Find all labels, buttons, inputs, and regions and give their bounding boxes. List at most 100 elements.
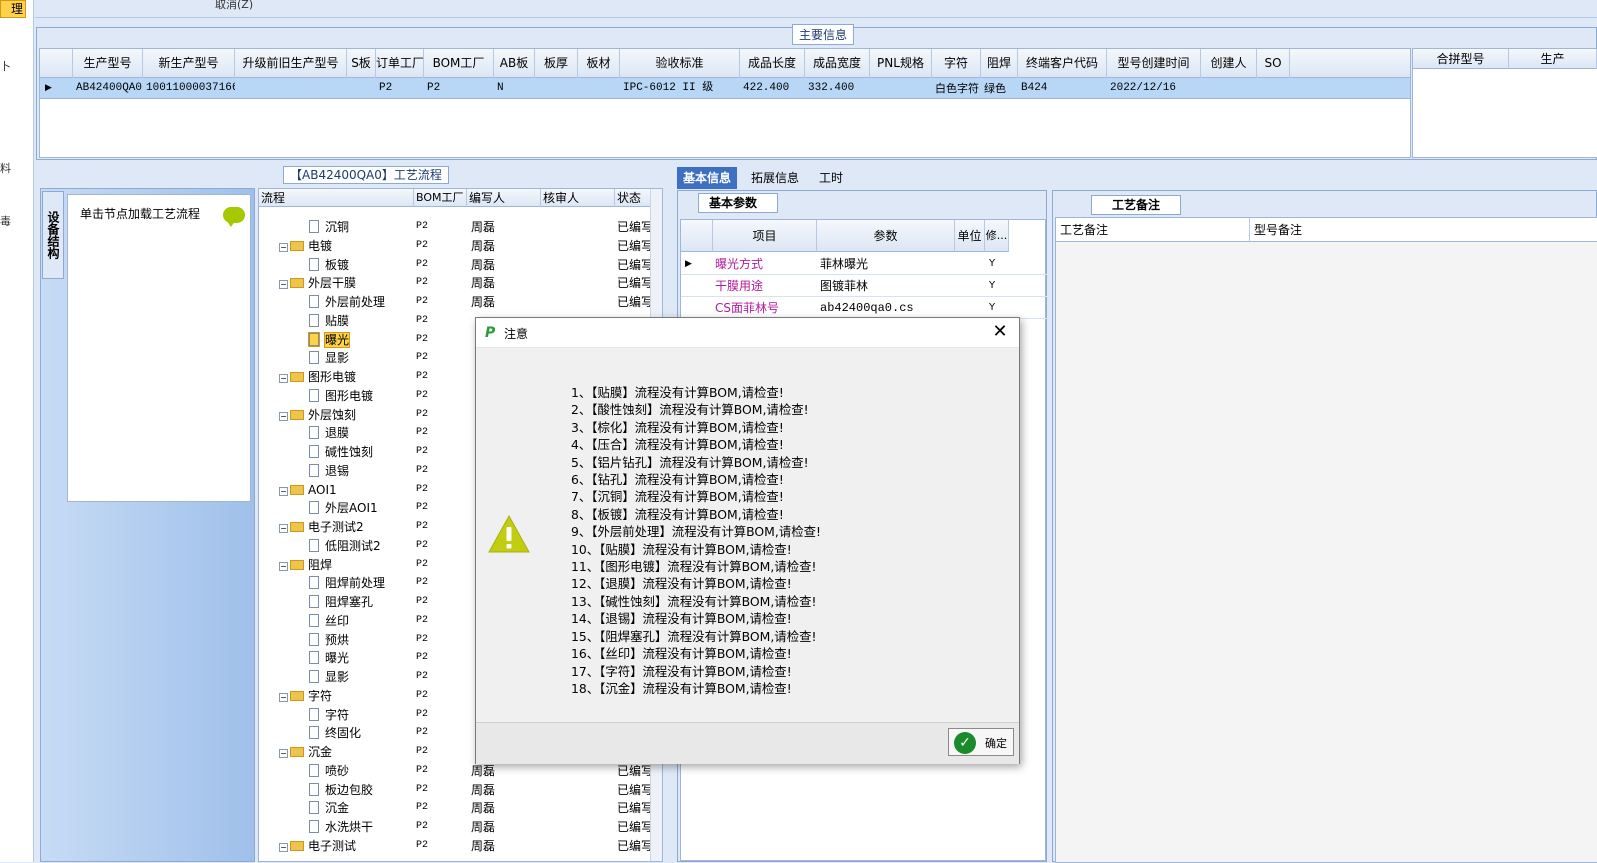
tree-cell-bom: P2 [416, 764, 429, 776]
main-col-header[interactable]: 成品长度 [740, 49, 805, 78]
main-cell[interactable]: IPC-6012 II 级 [620, 78, 740, 99]
main-col-header[interactable]: AB板 [494, 49, 535, 78]
tree-node-text: 退锡 [325, 463, 350, 478]
main-cell[interactable] [235, 78, 347, 99]
collapse-icon[interactable]: − [279, 749, 288, 758]
merge-col-header[interactable]: 生产 [1509, 49, 1597, 69]
main-col-header[interactable]: BOM工厂 [424, 49, 494, 78]
main-cell[interactable] [1257, 78, 1290, 99]
process-remarks-tab[interactable]: 工艺备注 [1091, 195, 1181, 215]
flow-col-header[interactable]: BOM工厂 [414, 189, 467, 207]
main-cell[interactable]: P2 [424, 78, 494, 99]
structure-vertical-tab[interactable]: 设备结构 [42, 191, 64, 279]
tree-node[interactable]: 沉金 P2 周磊 已编写 [259, 799, 653, 818]
close-icon[interactable]: ✕ [989, 321, 1011, 343]
merge-col-header[interactable]: 合拼型号 [1413, 49, 1509, 69]
merge-model-grid[interactable]: 合拼型号 生产 [1412, 48, 1597, 158]
flow-col-header[interactable]: 状态 [615, 189, 651, 207]
collapse-icon[interactable]: − [279, 692, 288, 702]
main-info-grid[interactable]: 生产型号 新生产型号 升级前旧生产型号 S板 订单工厂 BOM工厂 AB板 板厚 板材 验收标准成… [39, 48, 1411, 158]
collapse-icon[interactable]: − [279, 524, 288, 533]
main-col-header[interactable]: 新生产型号 [143, 49, 235, 78]
main-cell[interactable]: 332.400 [805, 78, 870, 99]
remarks-col-header[interactable]: 型号备注 [1250, 218, 1597, 242]
table-row[interactable]: ▶ AB42400QA0 10011000037166 P2 P2 N IPC-6012 … [40, 78, 1410, 99]
main-col-header[interactable]: 成品宽度 [805, 49, 870, 78]
tab-basic-info[interactable]: 基本信息 [677, 167, 738, 189]
tree-node[interactable]: 喷砂 P2 周磊 已编写 [259, 762, 653, 781]
main-col-header[interactable]: 终端客户代码 [1018, 49, 1107, 78]
main-cell[interactable] [870, 78, 932, 99]
main-cell[interactable] [347, 78, 376, 99]
main-col-header[interactable]: SO [1257, 49, 1290, 78]
main-cell[interactable]: 422.400 [740, 78, 805, 99]
main-col-header[interactable]: 型号创建时间 [1107, 49, 1201, 78]
remarks-col-header[interactable]: 工艺备注 [1056, 218, 1250, 242]
main-col-header[interactable]: PNL规格 [870, 49, 932, 78]
tree-node-label: 板边包胶 [309, 781, 373, 799]
tree-node[interactable]: 板边包胶 P2 周磊 已编写 [259, 781, 653, 800]
main-cell[interactable]: N [494, 78, 535, 99]
param-col-header[interactable]: 修... [985, 220, 1009, 252]
main-col-header[interactable]: 生产型号 [73, 49, 143, 78]
document-icon [309, 313, 319, 327]
tree-node[interactable]: 水洗烘干 P2 周磊 已编写 [259, 818, 653, 837]
collapse-icon[interactable]: − [279, 842, 288, 852]
main-cell[interactable]: B424 [1018, 78, 1107, 99]
nav-tab-fragment[interactable]: 理 [0, 0, 26, 18]
main-col-header[interactable]: 创建人 [1201, 49, 1257, 78]
param-col-header[interactable]: 参数 [817, 220, 955, 252]
main-cell[interactable]: P2 [376, 78, 424, 99]
main-cell[interactable] [1201, 78, 1257, 99]
collapse-icon[interactable]: − [279, 561, 288, 571]
folder-icon [290, 840, 304, 851]
main-col-header[interactable]: 订单工厂 [376, 49, 424, 78]
main-cell[interactable]: AB42400QA0 [73, 78, 143, 99]
main-col-header[interactable]: 板厚 [535, 49, 578, 78]
cancel-button[interactable]: 取消(Z) [215, 0, 253, 12]
param-row[interactable]: 干膜用途 图镀菲林 Y [681, 275, 1047, 297]
collapse-icon[interactable]: − [279, 280, 288, 290]
tree-node-text: 终固化 [325, 726, 362, 741]
ok-button[interactable]: ✓ 确定 [948, 728, 1014, 756]
tree-cell-writer: 周磊 [471, 801, 496, 816]
param-col-header[interactable]: 项目 [713, 220, 817, 252]
collapse-icon[interactable]: − [279, 411, 288, 421]
tree-node[interactable]: − 外层干膜 P2 周磊 已编写 [259, 274, 653, 293]
main-col-header[interactable]: S板 [347, 49, 376, 78]
main-cell[interactable]: 10011000037166 [143, 78, 235, 99]
tree-node-text: 水洗烘干 [325, 820, 374, 834]
tree-node-text: AOI1 [308, 482, 337, 497]
dialog-titlebar[interactable]: P 注意 ✕ [476, 318, 1019, 348]
tree-node[interactable]: − 电镀 P2 周磊 已编写 [259, 237, 653, 256]
flow-col-header[interactable]: 核审人 [541, 189, 615, 207]
flow-col-header[interactable]: 编写人 [467, 189, 541, 207]
main-cell[interactable]: 2022/12/16 [1107, 78, 1201, 99]
collapse-icon[interactable]: − [279, 242, 288, 252]
main-col-header[interactable]: 验收标准 [620, 49, 740, 78]
document-icon [309, 670, 319, 683]
document-icon [309, 613, 319, 627]
tree-node[interactable]: 外层前处理 P2 周磊 已编写 [259, 293, 653, 312]
collapse-icon[interactable]: − [279, 486, 288, 496]
main-col-header[interactable]: 升级前旧生产型号 [235, 49, 347, 78]
tree-node[interactable]: 沉铜 P2 周磊 已编写 [259, 218, 653, 237]
flow-col-header[interactable]: 流程 [259, 189, 414, 207]
tree-node[interactable]: − 电子测试 P2 周磊 已编写 [259, 837, 653, 856]
main-col-header[interactable]: 字符 [932, 49, 981, 78]
main-cell[interactable]: 绿色 [981, 78, 1018, 99]
tab-work-hours[interactable]: 工时 [813, 167, 849, 189]
remarks-grid[interactable]: 工艺备注 型号备注 [1055, 217, 1597, 863]
param-col-header[interactable]: 单位 [955, 220, 985, 252]
param-row[interactable]: ▶ 曝光方式 菲林曝光 Y [681, 253, 1047, 275]
tree-node[interactable]: 板镀 P2 周磊 已编写 [259, 256, 653, 275]
main-col-header[interactable]: 板材 [578, 49, 620, 78]
basic-params-tab[interactable]: 基本参数 [698, 193, 778, 213]
tab-extended-info[interactable]: 拓展信息 [745, 167, 805, 189]
main-cell[interactable] [578, 78, 620, 99]
main-cell[interactable]: 白色字符 [932, 78, 981, 99]
collapse-icon[interactable]: − [279, 374, 288, 383]
main-cell[interactable] [535, 78, 578, 99]
param-row[interactable]: CS面菲林号 ab42400qa0.cs Y [681, 297, 1047, 319]
main-col-header[interactable]: 阻焊 [981, 49, 1018, 78]
